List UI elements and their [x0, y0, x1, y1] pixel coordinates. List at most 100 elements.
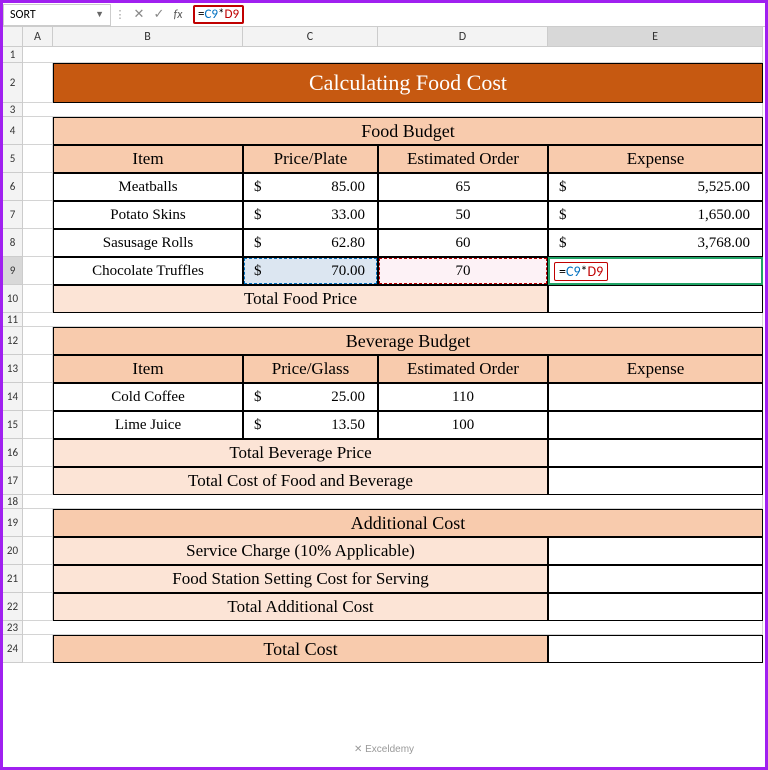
section-header[interactable]: Food Budget — [53, 117, 763, 145]
col-order[interactable]: Estimated Order — [378, 145, 548, 173]
cell[interactable] — [23, 411, 53, 439]
cell[interactable] — [548, 593, 763, 621]
row-header[interactable]: 23 — [3, 621, 23, 635]
cell[interactable] — [23, 439, 53, 467]
cell[interactable] — [23, 285, 53, 313]
cell[interactable] — [23, 117, 53, 145]
enter-icon[interactable]: ✓ — [149, 7, 169, 22]
active-cell-e9[interactable]: =C9*D9 — [548, 257, 763, 285]
item-cell[interactable]: Meatballs — [53, 173, 243, 201]
cell[interactable] — [23, 565, 53, 593]
cell[interactable] — [23, 467, 53, 495]
row-header[interactable]: 21 — [3, 565, 23, 593]
row-header[interactable]: 8 — [3, 229, 23, 257]
cell[interactable] — [23, 47, 763, 63]
order-cell[interactable]: 50 — [378, 201, 548, 229]
col-item[interactable]: Item — [53, 355, 243, 383]
row-header[interactable]: 20 — [3, 537, 23, 565]
row-header[interactable]: 24 — [3, 635, 23, 663]
item-cell[interactable]: Lime Juice — [53, 411, 243, 439]
row-header[interactable]: 10 — [3, 285, 23, 313]
price-cell[interactable]: $33.00 — [243, 201, 378, 229]
dropdown-icon[interactable]: ▼ — [95, 9, 104, 20]
col-header-a[interactable]: A — [23, 27, 53, 47]
formula-input[interactable]: =C9*D9 — [187, 5, 765, 24]
col-price[interactable]: Price/Plate — [243, 145, 378, 173]
cell[interactable] — [23, 495, 763, 509]
cell[interactable] — [548, 565, 763, 593]
total-cost[interactable]: Total Cost — [53, 635, 548, 663]
row-header[interactable]: 22 — [3, 593, 23, 621]
item-cell[interactable]: Potato Skins — [53, 201, 243, 229]
cell[interactable] — [23, 201, 53, 229]
cell[interactable] — [23, 313, 763, 327]
total-additional[interactable]: Total Additional Cost — [53, 593, 548, 621]
row-header[interactable]: 18 — [3, 495, 23, 509]
order-cell[interactable]: 100 — [378, 411, 548, 439]
total-all[interactable]: Total Cost of Food and Beverage — [53, 467, 548, 495]
order-cell[interactable]: 60 — [378, 229, 548, 257]
order-cell[interactable]: 110 — [378, 383, 548, 411]
row-header[interactable]: 7 — [3, 201, 23, 229]
expense-cell[interactable]: $3,768.00 — [548, 229, 763, 257]
cell[interactable] — [23, 537, 53, 565]
cell[interactable] — [23, 383, 53, 411]
row-header[interactable]: 12 — [3, 327, 23, 355]
cell[interactable] — [23, 509, 53, 537]
col-expense[interactable]: Expense — [548, 145, 763, 173]
col-header-d[interactable]: D — [378, 27, 548, 47]
row-header[interactable]: 19 — [3, 509, 23, 537]
cell[interactable] — [23, 355, 53, 383]
cell[interactable] — [23, 635, 53, 663]
col-header-c[interactable]: C — [243, 27, 378, 47]
order-cell[interactable]: 65 — [378, 173, 548, 201]
section-header[interactable]: Beverage Budget — [53, 327, 763, 355]
order-cell-d9[interactable]: 70 — [378, 257, 548, 285]
expense-cell[interactable]: $5,525.00 — [548, 173, 763, 201]
row-header[interactable]: 13 — [3, 355, 23, 383]
price-cell[interactable]: $62.80 — [243, 229, 378, 257]
row-header[interactable]: 9 — [3, 257, 23, 285]
cell[interactable] — [548, 285, 763, 313]
row-header[interactable]: 16 — [3, 439, 23, 467]
item-cell[interactable]: Chocolate Truffles — [53, 257, 243, 285]
cell[interactable] — [23, 621, 763, 635]
service-charge[interactable]: Service Charge (10% Applicable) — [53, 537, 548, 565]
cell[interactable] — [23, 145, 53, 173]
cell[interactable] — [23, 173, 53, 201]
row-header[interactable]: 11 — [3, 313, 23, 327]
row-header[interactable]: 3 — [3, 103, 23, 117]
row-header[interactable]: 1 — [3, 47, 23, 63]
cell[interactable] — [548, 635, 763, 663]
cell[interactable] — [23, 229, 53, 257]
cell[interactable] — [548, 439, 763, 467]
select-all-corner[interactable] — [3, 27, 23, 47]
total-food[interactable]: Total Food Price — [53, 285, 548, 313]
price-cell-c9[interactable]: $70.00 — [243, 257, 378, 285]
cell[interactable] — [23, 103, 763, 117]
cell[interactable] — [23, 593, 53, 621]
col-expense[interactable]: Expense — [548, 355, 763, 383]
cell[interactable] — [548, 467, 763, 495]
col-header-b[interactable]: B — [53, 27, 243, 47]
col-item[interactable]: Item — [53, 145, 243, 173]
cell[interactable] — [548, 411, 763, 439]
row-header[interactable]: 17 — [3, 467, 23, 495]
col-header-e[interactable]: E — [548, 27, 763, 47]
row-header[interactable]: 15 — [3, 411, 23, 439]
col-price[interactable]: Price/Glass — [243, 355, 378, 383]
cell[interactable] — [23, 327, 53, 355]
fx-icon[interactable]: fx — [169, 8, 187, 22]
station-cost[interactable]: Food Station Setting Cost for Serving — [53, 565, 548, 593]
name-box[interactable]: SORT▼ — [3, 4, 111, 26]
cell[interactable] — [23, 63, 53, 103]
col-order[interactable]: Estimated Order — [378, 355, 548, 383]
price-cell[interactable]: $85.00 — [243, 173, 378, 201]
price-cell[interactable]: $13.50 — [243, 411, 378, 439]
section-header[interactable]: Additional Cost — [53, 509, 763, 537]
row-header[interactable]: 6 — [3, 173, 23, 201]
cancel-icon[interactable]: ✕ — [129, 7, 149, 22]
row-header[interactable]: 2 — [3, 63, 23, 103]
cell[interactable] — [548, 537, 763, 565]
row-header[interactable]: 4 — [3, 117, 23, 145]
